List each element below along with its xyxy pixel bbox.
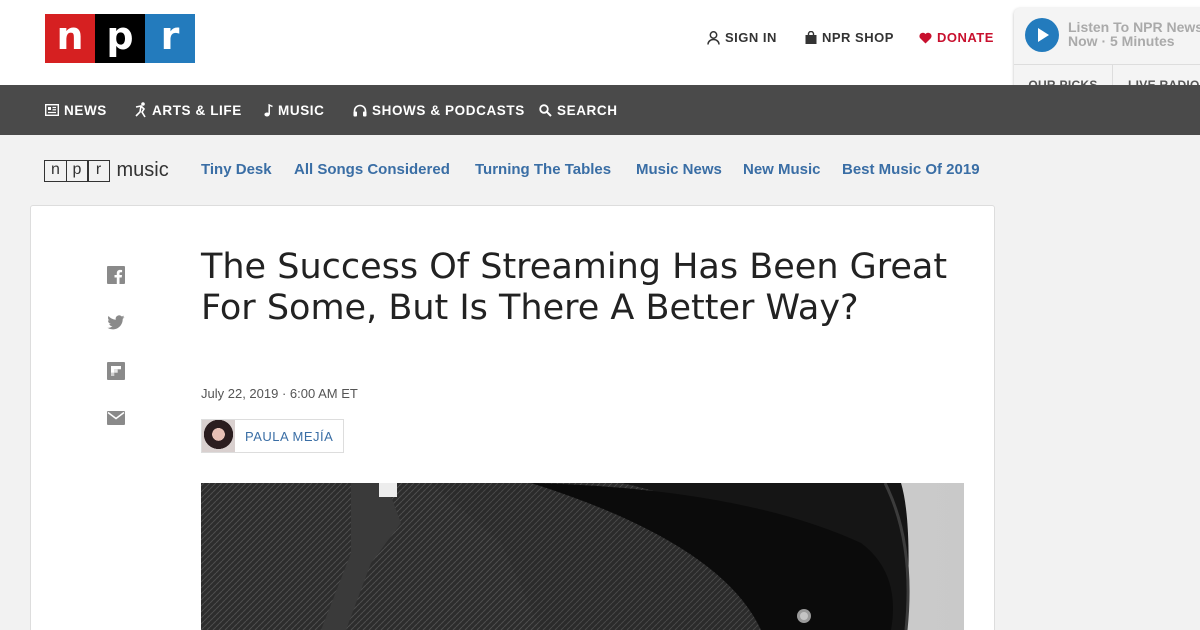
nav-item-shows-podcasts[interactable]: SHOWS & PODCASTS	[353, 85, 525, 135]
share-email-button[interactable]	[107, 411, 125, 429]
section-link-new-music[interactable]: New Music	[743, 161, 821, 178]
logo-letter-p: p	[95, 14, 145, 63]
nav-item-arts-life[interactable]: ARTS & LIFE	[135, 85, 242, 135]
donate-link[interactable]: DONATE	[919, 30, 994, 45]
share-flipboard-button[interactable]	[107, 362, 125, 380]
nav-item-news[interactable]: NEWS	[45, 85, 107, 135]
logo-letter-n: n	[45, 14, 95, 63]
nav-label-music: MUSIC	[278, 102, 325, 118]
share-twitter-button[interactable]	[107, 315, 125, 333]
music-logo-letter-n: n	[44, 159, 67, 182]
shopping-bag-icon	[805, 31, 817, 44]
headphones-icon	[353, 104, 367, 116]
music-logo-letter-p: p	[65, 159, 89, 182]
play-button[interactable]	[1025, 18, 1059, 52]
sign-in-label: SIGN IN	[725, 30, 777, 45]
author-byline[interactable]: PAULA MEJÍA	[201, 419, 345, 453]
article-dateline: July 22, 2019 · 6:00 AM ET	[201, 386, 358, 401]
article-headline: The Success Of Streaming Has Been Great …	[201, 247, 948, 328]
user-icon	[707, 30, 720, 45]
news-icon	[45, 104, 59, 116]
music-logo-letter-r: r	[87, 159, 110, 182]
section-link-all-songs-considered[interactable]: All Songs Considered	[294, 161, 450, 178]
npr-shop-label: NPR SHOP	[822, 30, 894, 45]
nav-label-arts-life: ARTS & LIFE	[152, 102, 242, 118]
author-avatar	[202, 420, 235, 452]
section-link-turning-the-tables[interactable]: Turning The Tables	[475, 161, 611, 178]
nav-label-news: NEWS	[64, 102, 107, 118]
music-logo-word: music	[116, 159, 169, 181]
nav-item-music[interactable]: MUSIC	[264, 85, 325, 135]
email-icon	[107, 411, 125, 425]
nav-label-search: SEARCH	[557, 102, 618, 118]
twitter-icon	[107, 315, 125, 330]
author-name: PAULA MEJÍA	[245, 428, 334, 444]
search-icon	[539, 103, 552, 117]
main-navigation: NEWS ARTS & LIFE MUSIC SHOWS & PODCASTS …	[0, 85, 1200, 135]
heart-icon	[919, 32, 932, 43]
nav-item-search[interactable]: SEARCH	[539, 85, 618, 135]
music-note-icon	[264, 103, 273, 116]
nav-label-shows-podcasts: SHOWS & PODCASTS	[372, 102, 525, 118]
share-facebook-button[interactable]	[107, 266, 125, 284]
npr-shop-link[interactable]: NPR SHOP	[805, 30, 894, 45]
npr-music-logo[interactable]: n p r music	[44, 159, 169, 182]
sign-in-link[interactable]: SIGN IN	[707, 30, 777, 45]
flipboard-icon	[107, 362, 125, 380]
section-link-music-news[interactable]: Music News	[636, 161, 722, 178]
logo-letter-r: r	[145, 14, 195, 63]
facebook-icon	[107, 266, 125, 284]
guitar-case-photo	[201, 483, 964, 630]
hero-image	[201, 483, 964, 630]
section-link-tiny-desk[interactable]: Tiny Desk	[201, 161, 272, 178]
donate-label: DONATE	[937, 30, 994, 45]
arts-icon	[135, 102, 146, 118]
section-link-best-music-2019[interactable]: Best Music Of 2019	[842, 161, 980, 178]
npr-logo[interactable]: n p r	[45, 14, 195, 63]
player-title[interactable]: Listen To NPR News Now · 5 Minutes	[1068, 20, 1200, 48]
